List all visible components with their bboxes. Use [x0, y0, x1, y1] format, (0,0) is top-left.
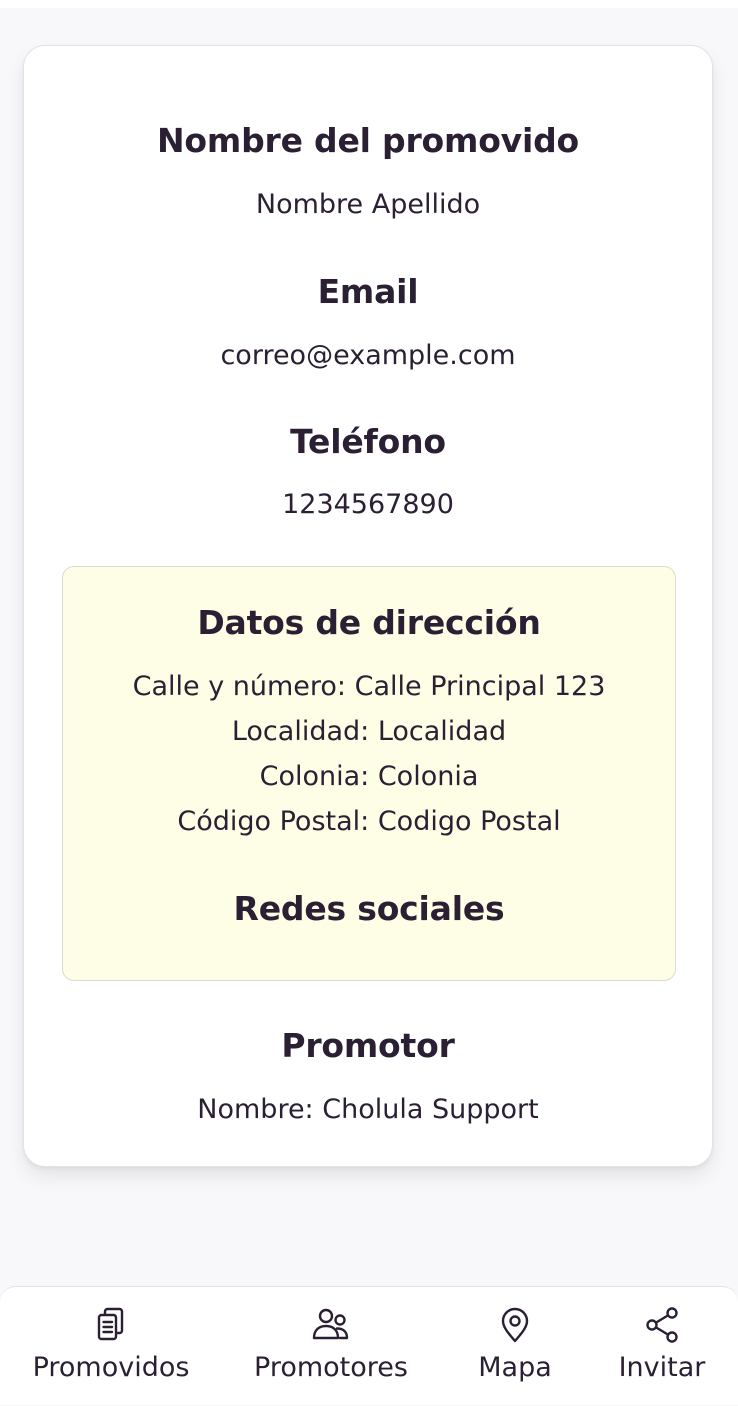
phone-value: 1234567890 — [282, 489, 454, 520]
email-heading: Email — [317, 272, 419, 311]
promoter-name: Nombre: Cholula Support — [197, 1094, 539, 1125]
address-colony: Colonia: Colonia — [259, 761, 479, 792]
share-icon — [646, 1307, 678, 1343]
name-value: Nombre Apellido — [255, 189, 481, 220]
address-locality: Localidad: Localidad — [231, 716, 507, 747]
address-postal-code: Código Postal: Codigo Postal — [177, 806, 561, 837]
nav-label-promotores: Promotores — [254, 1352, 408, 1383]
map-pin-icon — [501, 1307, 529, 1343]
phone-heading: Teléfono — [290, 422, 446, 461]
promovido-detail-card: Nombre del promovido Nombre Apellido Ema… — [23, 45, 713, 1167]
users-icon — [312, 1308, 349, 1340]
social-networks-heading: Redes sociales — [233, 889, 505, 928]
nav-label-invitar: Invitar — [618, 1352, 706, 1383]
address-street: Calle y número: Calle Principal 123 — [132, 671, 606, 702]
nav-item-mapa[interactable]: Mapa — [465, 1287, 565, 1406]
bottom-navigation: Promovidos Promotores Mapa Invitar — [0, 1286, 738, 1405]
nav-item-invitar[interactable]: Invitar — [612, 1287, 712, 1406]
email-value: correo@example.com — [220, 340, 516, 371]
clipboard-list-icon — [97, 1307, 124, 1341]
name-heading: Nombre del promovido — [157, 121, 579, 160]
address-section: Datos de dirección Calle y número: Calle… — [62, 566, 676, 981]
address-heading: Datos de dirección — [197, 603, 541, 642]
nav-item-promovidos[interactable]: Promovidos — [30, 1287, 192, 1406]
nav-label-mapa: Mapa — [478, 1352, 552, 1383]
nav-item-promotores[interactable]: Promotores — [250, 1287, 412, 1406]
promoter-heading: Promotor — [281, 1026, 455, 1065]
status-strip — [0, 0, 738, 8]
nav-label-promovidos: Promovidos — [32, 1352, 190, 1383]
